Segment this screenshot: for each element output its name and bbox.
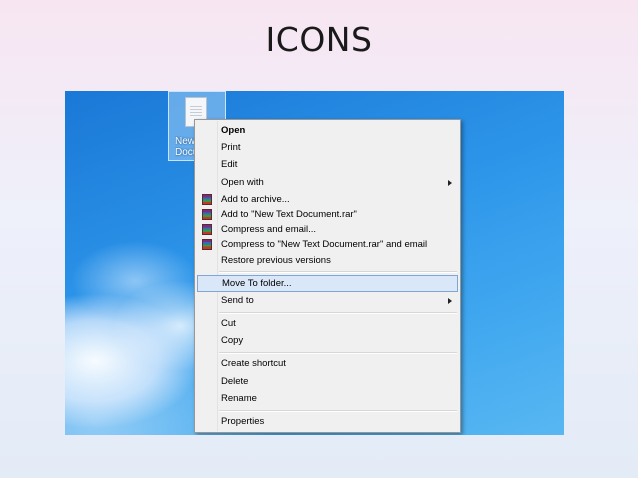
- menu-item-label: Create shortcut: [221, 358, 286, 369]
- menu-item-open-with[interactable]: Open with: [195, 174, 460, 191]
- context-menu: Open Print Edit Open with Add to archive…: [194, 119, 461, 433]
- menu-item-cut[interactable]: Cut: [195, 315, 460, 332]
- menu-item-rename[interactable]: Rename: [195, 390, 460, 407]
- desktop-screenshot: New Docu Open Print Edit Open with Add t…: [65, 91, 564, 435]
- menu-separator: [219, 410, 457, 412]
- slide-title: ICONS: [265, 20, 373, 59]
- winrar-icon: [202, 224, 212, 235]
- winrar-icon: [202, 209, 212, 220]
- menu-item-label: Compress to "New Text Document.rar" and …: [221, 239, 428, 250]
- menu-separator: [219, 352, 457, 354]
- menu-item-label: Cut: [221, 318, 236, 329]
- menu-item-open[interactable]: Open: [195, 122, 460, 139]
- menu-item-label: Edit: [221, 159, 238, 170]
- menu-separator: [219, 312, 457, 314]
- winrar-icon: [202, 194, 212, 205]
- menu-item-label: Restore previous versions: [221, 255, 331, 266]
- menu-item-label: Rename: [221, 393, 257, 404]
- menu-separator: [219, 271, 457, 273]
- menu-item-label: Open: [221, 125, 246, 136]
- chevron-right-icon: [448, 180, 452, 186]
- menu-item-copy[interactable]: Copy: [195, 332, 460, 349]
- menu-item-label: Open with: [221, 177, 264, 188]
- menu-item-label: Move To folder...: [222, 278, 292, 289]
- menu-item-edit[interactable]: Edit: [195, 156, 460, 173]
- menu-item-create-shortcut[interactable]: Create shortcut: [195, 355, 460, 372]
- chevron-right-icon: [448, 298, 452, 304]
- menu-item-properties[interactable]: Properties: [195, 413, 460, 430]
- winrar-icon: [202, 239, 212, 250]
- menu-item-send-to[interactable]: Send to: [195, 292, 460, 309]
- menu-item-label: Delete: [221, 376, 249, 387]
- menu-item-label: Copy: [221, 335, 244, 346]
- menu-item-move-to-folder[interactable]: Move To folder...: [197, 275, 458, 292]
- menu-item-print[interactable]: Print: [195, 139, 460, 156]
- menu-item-delete[interactable]: Delete: [195, 373, 460, 390]
- menu-item-compress-rar-email[interactable]: Compress to "New Text Document.rar" and …: [195, 236, 460, 253]
- menu-item-label: Send to: [221, 295, 254, 306]
- menu-item-label: Print: [221, 142, 241, 153]
- menu-item-restore-versions[interactable]: Restore previous versions: [195, 252, 460, 269]
- menu-item-label: Properties: [221, 416, 265, 427]
